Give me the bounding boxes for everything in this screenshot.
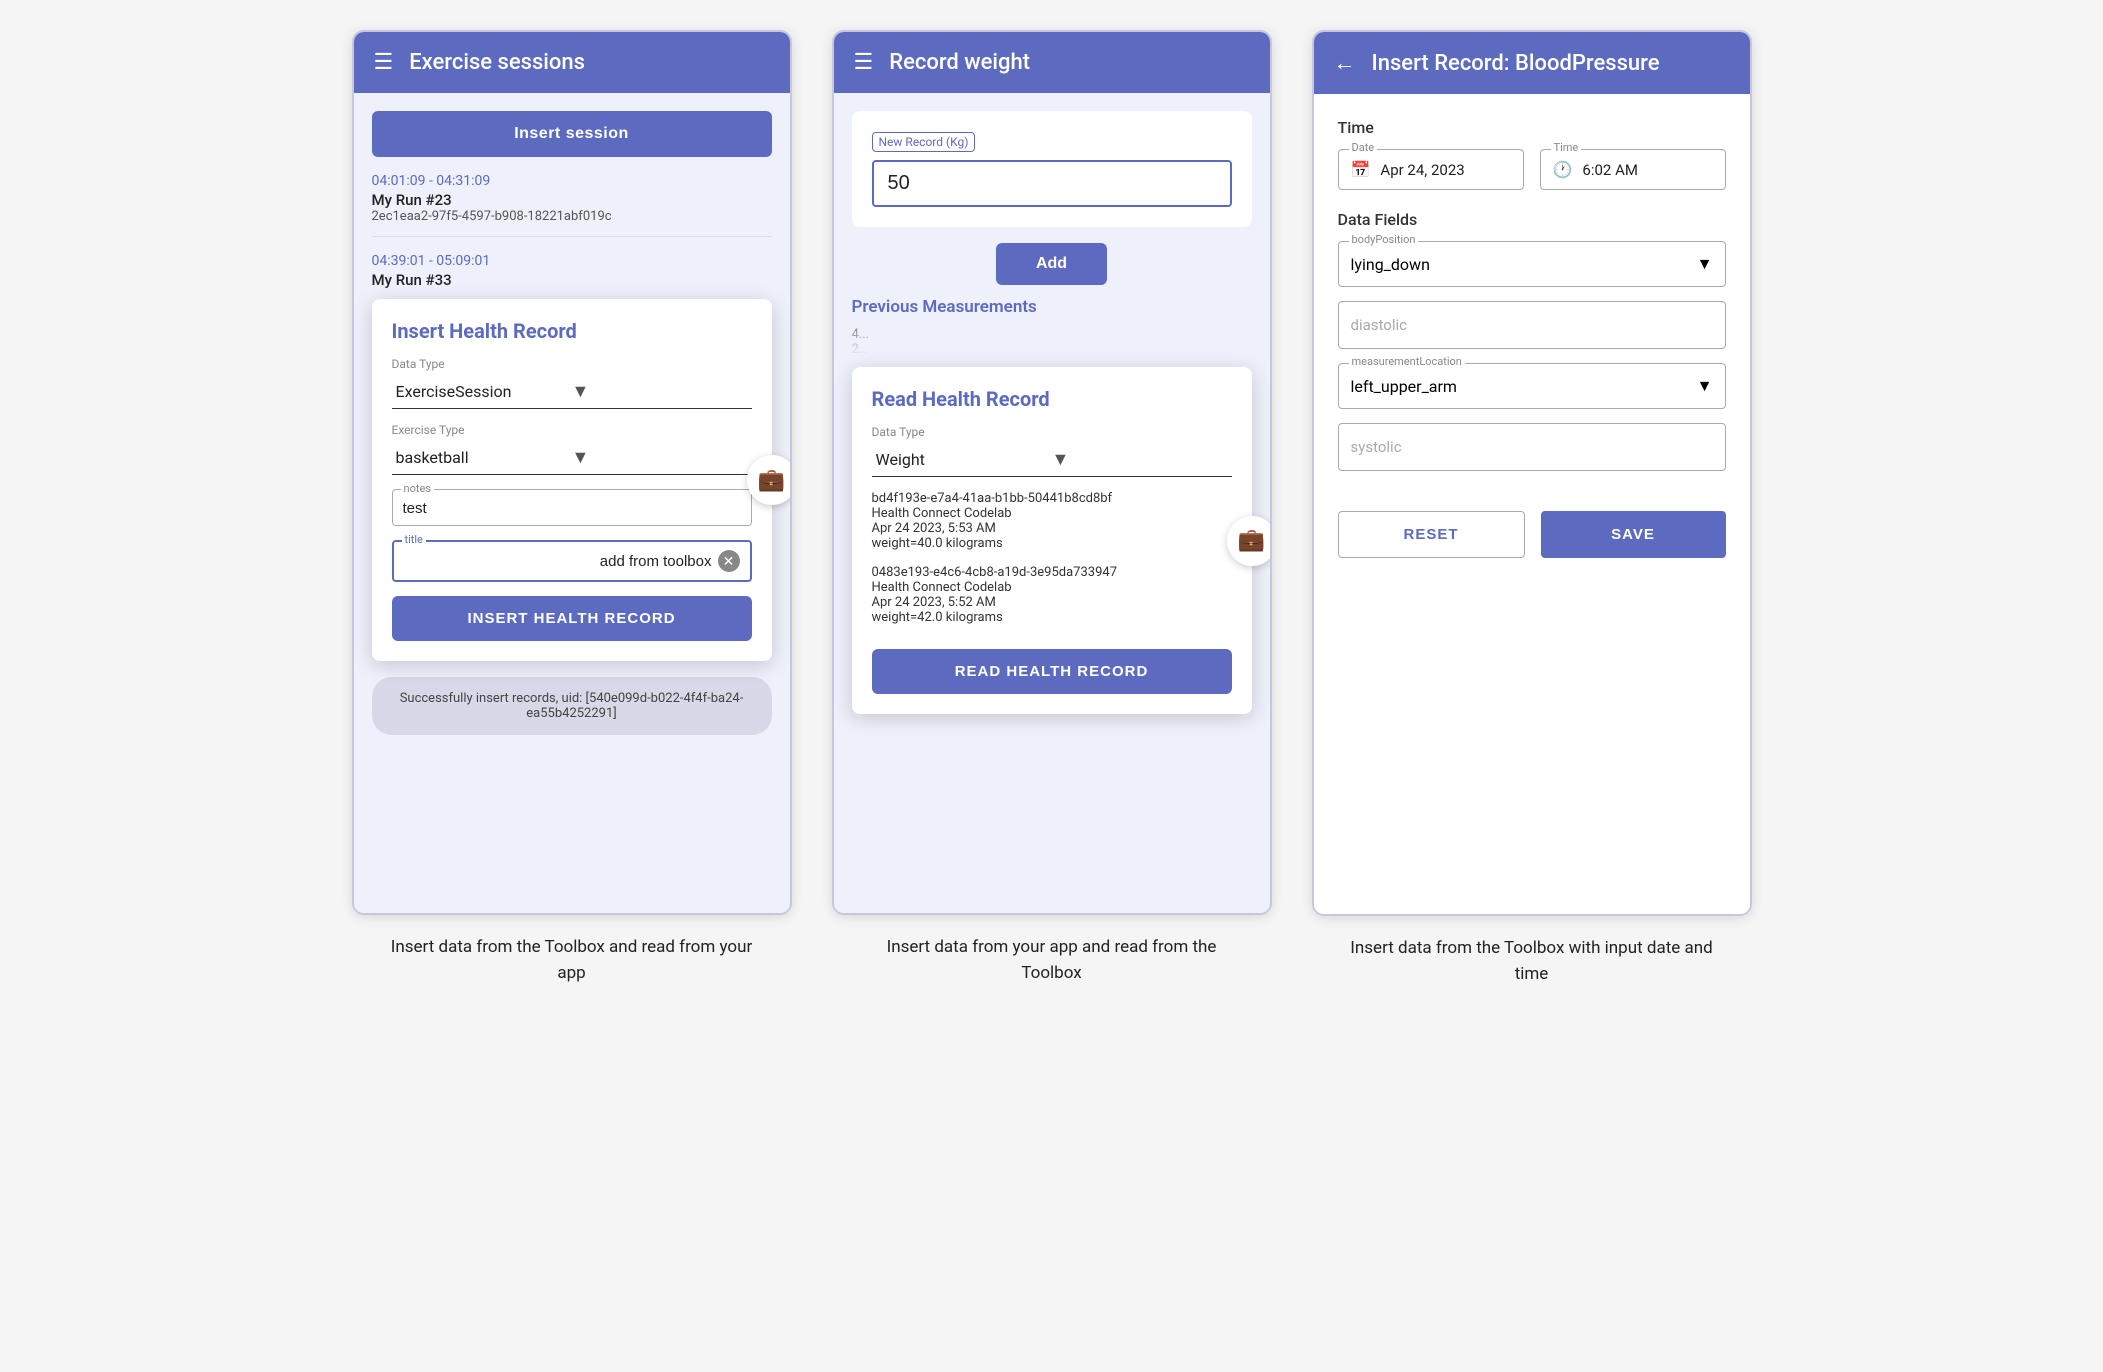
- notes-label: notes: [401, 482, 434, 495]
- session-time-2: 04:39:01 - 05:09:01: [372, 253, 772, 269]
- hamburger-icon[interactable]: ☰: [374, 50, 394, 75]
- dropdown-arrow3-icon: ▼: [1052, 449, 1228, 470]
- data-type-label: Data Type: [392, 357, 752, 371]
- read-modal-title: Read Health Record: [872, 387, 1232, 411]
- date-time-row: Date 📅 Apr 24, 2023 Time 🕐 6:02 AM: [1338, 149, 1726, 190]
- title-field[interactable]: title ✕: [392, 540, 752, 582]
- session-time-1: 04:01:09 - 04:31:09: [372, 173, 772, 189]
- title-input[interactable]: [404, 553, 712, 570]
- phone2-frame: ☰ Record weight New Record (Kg) Add Prev…: [832, 30, 1272, 915]
- add-weight-button[interactable]: Add: [996, 243, 1107, 285]
- exercise-type-label: Exercise Type: [392, 423, 752, 437]
- phone1-caption: Insert data from the Toolbox and read fr…: [382, 935, 762, 986]
- success-message: Successfully insert records, uid: [540e0…: [372, 677, 772, 735]
- measurement-source-1: Health Connect Codelab: [872, 506, 1232, 521]
- new-record-label: New Record (Kg): [872, 132, 976, 152]
- session-uid-1: 2ec1eaa2-97f5-4597-b908-18221abf019c: [372, 209, 772, 224]
- data-fields-section-label: Data Fields: [1338, 210, 1726, 229]
- bottom-buttons: RESET SAVE: [1338, 511, 1726, 558]
- date-value: Apr 24, 2023: [1380, 161, 1464, 179]
- phone2-body: New Record (Kg) Add Previous Measurement…: [834, 93, 1270, 913]
- session-name-2: My Run #33: [372, 271, 772, 289]
- read-data-type-select[interactable]: Weight ▼: [872, 443, 1232, 477]
- data-type-value: ExerciseSession: [396, 382, 572, 401]
- weight-input-container: New Record (Kg): [852, 111, 1252, 227]
- clock-icon: 🕐: [1553, 160, 1573, 179]
- partial-measurements: Previous Measurements 4... 2...: [852, 297, 1252, 357]
- briefcase-icon: 💼: [758, 468, 785, 493]
- notes-field[interactable]: notes: [392, 489, 752, 526]
- data-type-select[interactable]: ExerciseSession ▼: [392, 375, 752, 409]
- time-value: 6:02 AM: [1582, 161, 1638, 179]
- phone3-header: ← Insert Record: BloodPressure: [1314, 32, 1750, 94]
- date-field-label: Date: [1349, 141, 1378, 154]
- measurement-location-value: left_upper_arm: [1351, 377, 1457, 396]
- time-field-label: Time: [1551, 141, 1582, 154]
- body-position-label: bodyPosition: [1349, 233, 1419, 246]
- exercise-type-value: basketball: [396, 448, 572, 467]
- prev-measurements-label: Previous Measurements: [852, 297, 1252, 317]
- briefcase2-icon: 💼: [1238, 528, 1265, 553]
- insert-health-record-button[interactable]: INSERT HEALTH RECORD: [392, 596, 752, 641]
- read-health-record-button[interactable]: READ HEALTH RECORD: [872, 649, 1232, 694]
- measurement-item-2: 0483e193-e4c6-4cb8-a19d-3e95da733947 Hea…: [872, 565, 1232, 625]
- measurement-uid-2: 0483e193-e4c6-4cb8-a19d-3e95da733947: [872, 565, 1232, 580]
- insert-health-record-modal: Insert Health Record Data Type ExerciseS…: [372, 299, 772, 661]
- measurement-item-1: bd4f193e-e7a4-41aa-b1bb-50441b8cd8bf Hea…: [872, 491, 1232, 551]
- measurement-time-2: Apr 24 2023, 5:52 AM: [872, 595, 1232, 610]
- save-button[interactable]: SAVE: [1541, 511, 1726, 558]
- dropdown-arrow5-icon: ▼: [1697, 376, 1713, 396]
- read-data-type-label: Data Type: [872, 425, 1232, 439]
- toolbox-button[interactable]: 💼: [747, 455, 792, 505]
- notes-input[interactable]: [403, 500, 741, 517]
- read-data-type-value: Weight: [876, 450, 1052, 469]
- body-position-dropdown[interactable]: bodyPosition lying_down ▼: [1338, 241, 1726, 287]
- phone1-header: ☰ Exercise sessions: [354, 32, 790, 93]
- calendar-icon: 📅: [1351, 160, 1371, 179]
- date-field[interactable]: Date 📅 Apr 24, 2023: [1338, 149, 1524, 190]
- dropdown-arrow4-icon: ▼: [1697, 254, 1713, 274]
- body-position-value: lying_down: [1351, 255, 1430, 274]
- clear-title-button[interactable]: ✕: [718, 550, 740, 572]
- time-section-label: Time: [1338, 118, 1726, 137]
- phone3-title: Insert Record: BloodPressure: [1372, 51, 1660, 76]
- read-health-record-modal: Read Health Record Data Type Weight ▼ bd…: [852, 367, 1252, 714]
- phone1-title: Exercise sessions: [409, 50, 585, 75]
- reset-button[interactable]: RESET: [1338, 511, 1525, 558]
- dropdown-arrow2-icon: ▼: [572, 447, 748, 468]
- exercise-type-select[interactable]: basketball ▼: [392, 441, 752, 475]
- phone1-frame: ☰ Exercise sessions Insert session 04:01…: [352, 30, 792, 915]
- phone3-caption: Insert data from the Toolbox with input …: [1342, 936, 1722, 987]
- dropdown-arrow-icon: ▼: [572, 381, 748, 402]
- back-arrow-icon[interactable]: ←: [1334, 50, 1356, 76]
- measurement-source-2: Health Connect Codelab: [872, 580, 1232, 595]
- hamburger2-icon[interactable]: ☰: [854, 50, 874, 75]
- time-field[interactable]: Time 🕐 6:02 AM: [1540, 149, 1726, 190]
- measurement-value-2: weight=42.0 kilograms: [872, 610, 1232, 625]
- measurement-location-dropdown[interactable]: measurementLocation left_upper_arm ▼: [1338, 363, 1726, 409]
- insert-session-button[interactable]: Insert session: [372, 111, 772, 157]
- phone2-caption: Insert data from your app and read from …: [862, 935, 1242, 986]
- phone2-title: Record weight: [889, 50, 1030, 75]
- session-divider: [372, 236, 772, 237]
- measurement-location-label: measurementLocation: [1349, 355, 1465, 368]
- modal-title: Insert Health Record: [392, 319, 752, 343]
- measurement-time-1: Apr 24 2023, 5:53 AM: [872, 521, 1232, 536]
- measurement-value-1: weight=40.0 kilograms: [872, 536, 1232, 551]
- session-item-1: 04:01:09 - 04:31:09 My Run #23 2ec1eaa2-…: [372, 173, 772, 224]
- phone1-body: Insert session 04:01:09 - 04:31:09 My Ru…: [354, 93, 790, 913]
- measurement-uid-1: bd4f193e-e7a4-41aa-b1bb-50441b8cd8bf: [872, 491, 1232, 506]
- diastolic-field[interactable]: diastolic: [1338, 301, 1726, 349]
- session-name-1: My Run #23: [372, 191, 772, 209]
- session-item-2: 04:39:01 - 05:09:01 My Run #33: [372, 253, 772, 289]
- phone3-body: Time Date 📅 Apr 24, 2023 Time 🕐 6:02 AM …: [1314, 94, 1750, 914]
- systolic-field[interactable]: systolic: [1338, 423, 1726, 471]
- toolbox-button-2[interactable]: 💼: [1227, 516, 1272, 566]
- title-label: title: [402, 533, 426, 546]
- phone2-header: ☰ Record weight: [834, 32, 1270, 93]
- weight-input[interactable]: [872, 160, 1232, 207]
- phone3-frame: ← Insert Record: BloodPressure Time Date…: [1312, 30, 1752, 916]
